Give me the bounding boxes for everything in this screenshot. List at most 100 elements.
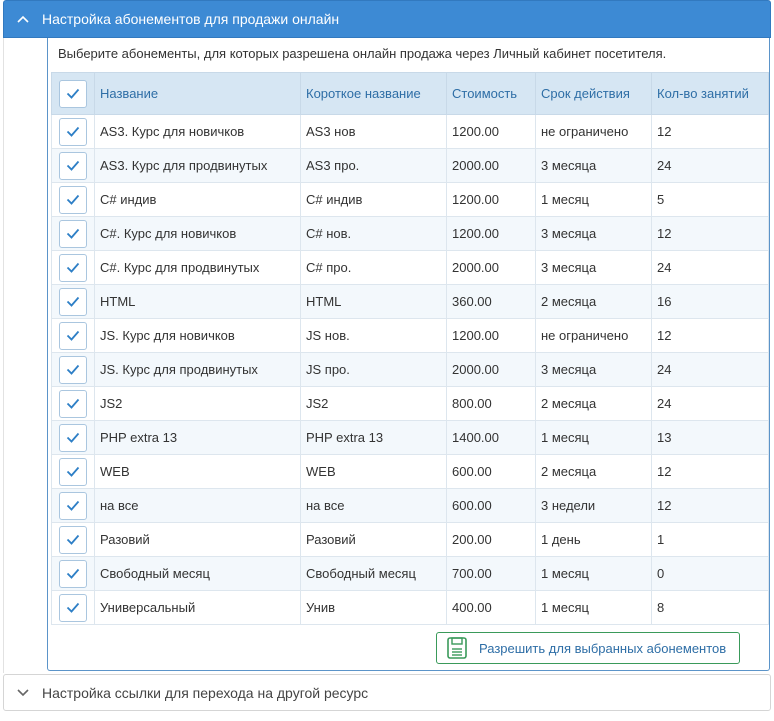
cell-price: 2000.00 xyxy=(446,250,536,285)
cell-count: 12 xyxy=(651,488,769,523)
row-checkbox[interactable] xyxy=(59,253,87,282)
row-checkbox-cell xyxy=(51,556,95,591)
row-checkbox[interactable] xyxy=(59,389,87,418)
checkmark-icon xyxy=(66,88,80,99)
cell-count: 16 xyxy=(651,284,769,319)
row-checkbox[interactable] xyxy=(59,321,87,350)
cell-count: 24 xyxy=(651,386,769,421)
cell-short-name: PHP extra 13 xyxy=(300,420,447,455)
table-header-row: Название Короткое название Стоимость Сро… xyxy=(51,72,769,115)
row-checkbox[interactable] xyxy=(59,491,87,520)
cell-short-name: C# нов. xyxy=(300,216,447,251)
row-checkbox[interactable] xyxy=(59,355,87,384)
cell-term: 2 месяца xyxy=(535,386,652,421)
checkmark-icon xyxy=(66,500,80,511)
cell-count: 24 xyxy=(651,148,769,183)
cell-count: 1 xyxy=(651,522,769,557)
cell-name: на все xyxy=(94,488,301,523)
checkmark-icon xyxy=(66,398,80,409)
cell-name: AS3. Курс для продвинутых xyxy=(94,148,301,183)
select-all-checkbox[interactable] xyxy=(59,79,87,108)
row-checkbox[interactable] xyxy=(59,117,87,146)
cell-price: 600.00 xyxy=(446,488,536,523)
cell-count: 12 xyxy=(651,454,769,489)
chevron-up-icon xyxy=(4,15,42,23)
checkmark-icon xyxy=(66,228,80,239)
table-row[interactable]: C#. Курс для продвинутых C# про. 2000.00 3 … xyxy=(51,250,769,285)
table-row[interactable]: на все на все 600.00 3 недели 12 xyxy=(51,488,769,523)
row-checkbox[interactable] xyxy=(59,525,87,554)
checkmark-icon xyxy=(66,126,80,137)
column-header-term[interactable]: Срок действия xyxy=(535,72,652,115)
cell-term: 1 день xyxy=(535,522,652,557)
cell-short-name: JS2 xyxy=(300,386,447,421)
row-checkbox[interactable] xyxy=(59,287,87,316)
cell-count: 12 xyxy=(651,216,769,251)
cell-term: 1 месяц xyxy=(535,420,652,455)
column-header-price[interactable]: Стоимость xyxy=(446,72,536,115)
column-header-count[interactable]: Кол-во занятий xyxy=(651,72,769,115)
checkmark-icon xyxy=(66,602,80,613)
cell-price: 800.00 xyxy=(446,386,536,421)
table-row[interactable]: Разовий Разовий 200.00 1 день 1 xyxy=(51,522,769,557)
table-row[interactable]: JS. Курс для продвинутых JS про. 2000.00 3 … xyxy=(51,352,769,387)
row-checkbox-cell xyxy=(51,114,95,149)
cell-name: JS. Курс для продвинутых xyxy=(94,352,301,387)
cell-count: 8 xyxy=(651,590,769,625)
cell-name: C#. Курс для новичков xyxy=(94,216,301,251)
table-row[interactable]: WEB WEB 600.00 2 месяца 12 xyxy=(51,454,769,489)
row-checkbox[interactable] xyxy=(59,559,87,588)
table-row[interactable]: JS2 JS2 800.00 2 месяца 24 xyxy=(51,386,769,421)
row-checkbox[interactable] xyxy=(59,593,87,622)
cell-count: 24 xyxy=(651,250,769,285)
row-checkbox-cell xyxy=(51,352,95,387)
cell-name: JS. Курс для новичков xyxy=(94,318,301,353)
panel-description: Выберите абонементы, для которых разреше… xyxy=(58,46,667,61)
cell-short-name: Разовий xyxy=(300,522,447,557)
column-header-short-name[interactable]: Короткое название xyxy=(300,72,447,115)
cell-name: C# индив xyxy=(94,182,301,217)
row-checkbox-cell xyxy=(51,488,95,523)
table-row[interactable]: JS. Курс для новичков JS нов. 1200.00 не ог… xyxy=(51,318,769,353)
checkmark-icon xyxy=(66,160,80,171)
cell-name: AS3. Курс для новичков xyxy=(94,114,301,149)
row-checkbox-cell xyxy=(51,216,95,251)
row-checkbox[interactable] xyxy=(59,457,87,486)
cell-short-name: AS3 нов xyxy=(300,114,447,149)
cell-count: 5 xyxy=(651,182,769,217)
cell-term: 3 месяца xyxy=(535,250,652,285)
table-row[interactable]: PHP extra 13 PHP extra 13 1400.00 1 месяц 13 xyxy=(51,420,769,455)
table-row[interactable]: AS3. Курс для новичков AS3 нов 1200.00 не о… xyxy=(51,114,769,149)
table-row[interactable]: C#. Курс для новичков C# нов. 1200.00 3 мес… xyxy=(51,216,769,251)
subscriptions-panel-header[interactable]: Настройка абонементов для продажи онлайн xyxy=(3,0,771,38)
cell-short-name: JS про. xyxy=(300,352,447,387)
cell-term: 3 месяца xyxy=(535,352,652,387)
cell-short-name: на все xyxy=(300,488,447,523)
cell-term: 3 месяца xyxy=(535,148,652,183)
floppy-disk-icon xyxy=(447,637,467,659)
table-row[interactable]: HTML HTML 360.00 2 месяца 16 xyxy=(51,284,769,319)
table-row[interactable]: Универсальный Унив 400.00 1 месяц 8 xyxy=(51,590,769,625)
redirect-panel-header[interactable]: Настройка ссылки для перехода на другой … xyxy=(3,674,771,711)
table-row[interactable]: AS3. Курс для продвинутых AS3 про. 2000.00… xyxy=(51,148,769,183)
column-header-name[interactable]: Название xyxy=(94,72,301,115)
cell-name: HTML xyxy=(94,284,301,319)
cell-count: 0 xyxy=(651,556,769,591)
cell-price: 200.00 xyxy=(446,522,536,557)
chevron-down-icon xyxy=(4,688,42,697)
row-checkbox[interactable] xyxy=(59,219,87,248)
cell-short-name: HTML xyxy=(300,284,447,319)
checkmark-icon xyxy=(66,296,80,307)
row-checkbox-cell xyxy=(51,420,95,455)
row-checkbox[interactable] xyxy=(59,423,87,452)
cell-price: 1200.00 xyxy=(446,216,536,251)
cell-name: C#. Курс для продвинутых xyxy=(94,250,301,285)
table-row[interactable]: Свободный месяц Свободный месяц 700.00 1 ме… xyxy=(51,556,769,591)
row-checkbox[interactable] xyxy=(59,185,87,214)
subscriptions-panel-title: Настройка абонементов для продажи онлайн xyxy=(42,11,340,27)
cell-term: не ограничено xyxy=(535,318,652,353)
table-row[interactable]: C# индив C# индив 1200.00 1 месяц 5 xyxy=(51,182,769,217)
row-checkbox[interactable] xyxy=(59,151,87,180)
cell-short-name: AS3 про. xyxy=(300,148,447,183)
allow-selected-button[interactable]: Разрешить для выбранных абонементов xyxy=(436,632,740,664)
